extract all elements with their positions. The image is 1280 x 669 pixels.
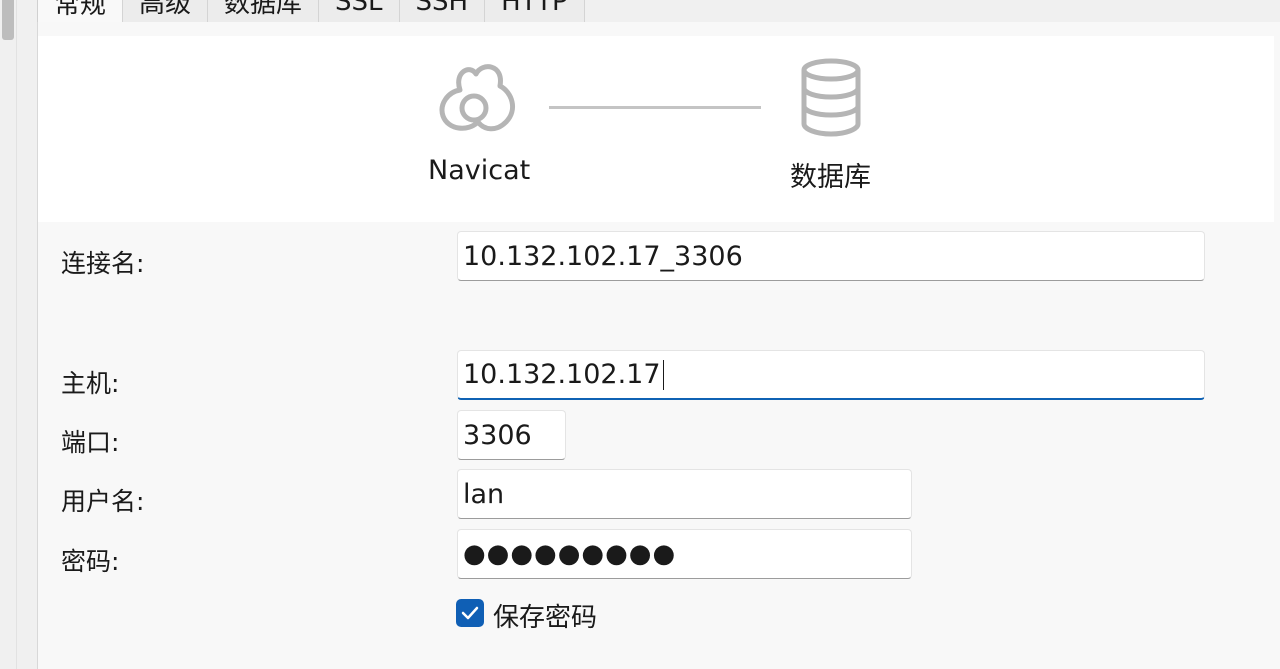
host-label: 主机:	[61, 369, 120, 398]
tab-ssh[interactable]: SSH	[398, 0, 486, 22]
navicat-caption: Navicat	[428, 155, 531, 186]
username-input[interactable]: lan	[457, 469, 912, 519]
connection-name-label: 连接名:	[61, 249, 145, 278]
checkmark-icon	[461, 606, 479, 620]
connection-name-value: 10.132.102.17_3306	[463, 240, 743, 272]
password-masked-value: ●●●●●●●●●	[463, 539, 677, 569]
tab-general[interactable]: 常规	[37, 0, 124, 24]
password-input[interactable]: ●●●●●●●●●	[457, 529, 912, 579]
tab-ssl[interactable]: SSL	[318, 0, 400, 22]
username-label: 用户名:	[61, 487, 145, 516]
save-password-label[interactable]: 保存密码	[493, 597, 597, 634]
tab-database[interactable]: 数据库	[207, 0, 320, 22]
save-password-checkbox[interactable]	[456, 599, 484, 627]
left-scrollbar-thumb[interactable]	[2, 0, 14, 40]
database-icon	[800, 58, 862, 138]
tab-bar: 常规 高级 数据库 SSL SSH HTTP	[37, 0, 585, 24]
host-input[interactable]: 10.132.102.17	[457, 350, 1205, 400]
text-caret	[662, 359, 665, 390]
navicat-logo-icon	[438, 60, 520, 136]
connection-line	[549, 106, 761, 109]
port-value: 3306	[463, 419, 532, 451]
tab-advanced[interactable]: 高级	[122, 0, 209, 22]
tab-http[interactable]: HTTP	[484, 0, 585, 22]
database-caption: 数据库	[790, 162, 871, 193]
left-scrollbar[interactable]	[0, 0, 17, 669]
connection-name-input[interactable]: 10.132.102.17_3306	[457, 231, 1205, 281]
connection-diagram	[38, 36, 1274, 222]
host-value: 10.132.102.17	[463, 359, 661, 390]
password-label: 密码:	[61, 547, 120, 576]
username-value: lan	[463, 478, 505, 510]
port-label: 端口:	[61, 428, 120, 457]
port-input[interactable]: 3306	[457, 410, 566, 460]
